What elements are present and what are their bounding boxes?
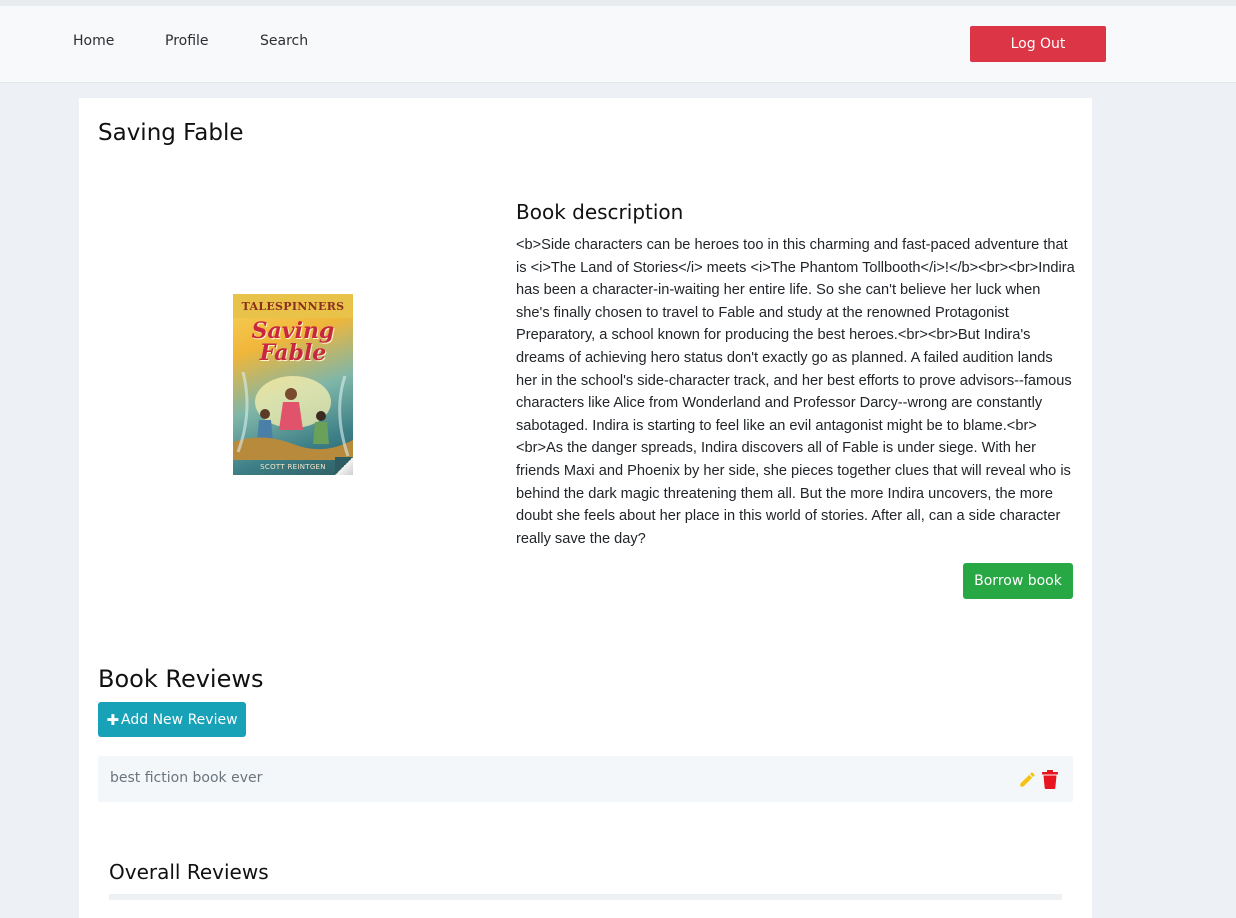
review-item: best fiction book ever [98, 756, 1073, 802]
pencil-icon[interactable] [1018, 770, 1037, 789]
borrow-book-button[interactable]: Borrow book [963, 563, 1073, 599]
cover-title-text: Saving Fable [251, 318, 335, 366]
nav-link-home[interactable]: Home [73, 33, 114, 49]
cover-series-banner: TALESPINNERS [233, 294, 353, 318]
reviews-heading: Book Reviews [98, 665, 264, 693]
plus-icon: ✚ [106, 710, 120, 729]
cover-series-text: TALESPINNERS [241, 299, 345, 313]
cover-page-curl [335, 457, 353, 475]
page-title: Saving Fable [98, 120, 244, 146]
logout-button[interactable]: Log Out [970, 26, 1106, 62]
overall-reviews-heading: Overall Reviews [109, 860, 269, 884]
nav-link-search[interactable]: Search [260, 33, 308, 49]
cover-illustration [233, 372, 353, 460]
add-review-button[interactable]: ✚ Add New Review [98, 702, 246, 737]
book-description: <b>Side characters can be heroes too in … [516, 237, 1075, 547]
book-detail-card: Saving Fable TALESPINNERS Saving Fable S… [79, 98, 1092, 918]
review-text: best fiction book ever [110, 770, 263, 786]
nav-link-profile[interactable]: Profile [165, 33, 209, 49]
trash-icon[interactable] [1042, 770, 1058, 789]
description-heading: Book description [516, 200, 684, 224]
book-cover-image: TALESPINNERS Saving Fable SCOTT REINTGEN [233, 294, 353, 475]
overall-reviews-panel [109, 894, 1062, 900]
navbar: Home Profile Search Log Out [0, 6, 1236, 83]
add-review-label: Add New Review [121, 711, 238, 728]
